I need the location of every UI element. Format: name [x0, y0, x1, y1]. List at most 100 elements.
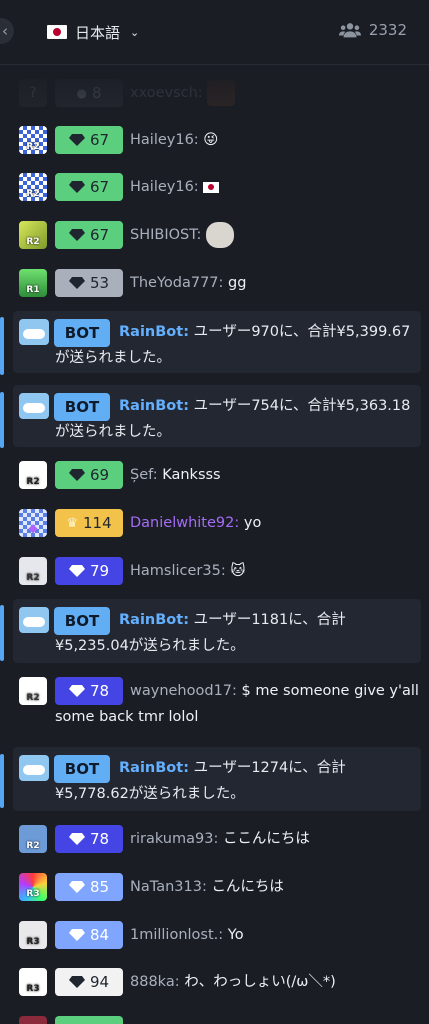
- gem-icon: [68, 565, 85, 577]
- chevron-down-icon: ⌄: [130, 25, 140, 39]
- level-badge: 67: [55, 126, 123, 154]
- avatar: R2: [19, 461, 47, 489]
- avatar: R1: [19, 269, 47, 297]
- sticker-image: [205, 222, 234, 248]
- chat-header: ‹ 日本語 ⌄ 2332: [0, 0, 429, 65]
- level-badge: 67: [55, 173, 123, 201]
- avatar: R3: [19, 921, 47, 949]
- bot-highlight-bar: [0, 392, 4, 448]
- level-badge: 69: [55, 461, 123, 489]
- online-users: 2332: [338, 21, 407, 39]
- gem-icon: [68, 929, 85, 941]
- message-text: yo: [243, 515, 262, 531]
- avatar: [19, 1016, 47, 1024]
- avatar: R2: [19, 173, 47, 201]
- level-badge: ♛ 114: [55, 509, 123, 537]
- users-icon: [338, 23, 361, 38]
- username: 888ka:: [130, 974, 180, 990]
- message-text: Kanksss: [162, 467, 221, 483]
- level-badge: 84: [55, 921, 123, 949]
- level-badge: 78: [55, 825, 123, 853]
- bot-text: ユーザー1181に、合計¥5,235.04が送られました。: [55, 612, 346, 654]
- online-count: 2332: [368, 21, 407, 39]
- username: SHIBIOST:: [130, 227, 202, 243]
- level-badge: 79: [55, 557, 123, 585]
- message-text: Yo: [227, 927, 244, 943]
- gem-icon: [68, 277, 85, 289]
- bot-message: BOT RainBot: ユーザー970に、合計¥5,399.67が送られました…: [13, 311, 421, 373]
- level-badge: 67: [55, 221, 123, 249]
- bot-name: RainBot:: [119, 760, 189, 776]
- bot-message: BOT RainBot: ユーザー1181に、合計¥5,235.04が送られまし…: [13, 599, 421, 663]
- language-selector[interactable]: 日本語 ⌄: [47, 20, 139, 44]
- message-text: $ me someone give y'all: [241, 683, 419, 699]
- avatar: R2: [19, 126, 47, 154]
- japan-flag-icon: [47, 25, 67, 39]
- username: NaTan313:: [130, 879, 207, 895]
- bot-message: BOT RainBot: ユーザー1274に、合計¥5,778.62が送られまし…: [13, 747, 421, 811]
- avatar: R3: [19, 873, 47, 901]
- rainbot-avatar: [19, 607, 49, 633]
- rainbot-avatar: [19, 755, 49, 781]
- username: Hailey16:: [130, 132, 199, 148]
- message-text: こんにちは: [211, 879, 284, 895]
- bot-highlight-bar: [0, 317, 4, 375]
- gem-icon: [68, 976, 85, 988]
- sticker-image: [207, 80, 236, 106]
- username: xxoevsch:: [130, 85, 203, 101]
- username: TheYoda777:: [130, 275, 224, 291]
- avatar: R3: [19, 968, 47, 996]
- gem-icon: [68, 833, 85, 845]
- level-badge: 85: [55, 873, 123, 901]
- bot-message: BOT RainBot: ユーザー754に、合計¥5,363.18が送られました…: [13, 385, 421, 447]
- level-badge: ● 8: [55, 79, 123, 107]
- bot-highlight-bar: [0, 754, 4, 808]
- level-badge: 94: [55, 968, 123, 996]
- username: Danielwhite92:: [130, 515, 240, 531]
- avatar: ◆: [19, 509, 47, 537]
- bot-name: RainBot:: [119, 612, 189, 628]
- message-text: ここんにちは: [222, 831, 310, 847]
- bot-text: ユーザー970に、合計¥5,399.67が送られました。: [55, 324, 411, 366]
- avatar: ?: [19, 79, 47, 107]
- japan-flag-emoji-icon: [203, 181, 220, 193]
- username: 1millionlost.:: [130, 927, 224, 943]
- language-label: 日本語: [75, 23, 121, 42]
- gem-icon: [68, 685, 85, 697]
- bot-name: RainBot:: [119, 398, 189, 414]
- username: waynehood17:: [130, 683, 237, 699]
- username: Hamslicer35:: [130, 563, 226, 579]
- username: rirakuma93:: [130, 831, 219, 847]
- gem-icon: [68, 229, 85, 241]
- message-text: 😜: [203, 132, 219, 148]
- avatar: R2: [19, 825, 47, 853]
- gem-icon: [68, 181, 85, 193]
- bot-name: RainBot:: [119, 324, 189, 340]
- bot-text: ユーザー754に、合計¥5,363.18が送られました。: [55, 398, 411, 440]
- message-text-continued: some back tmr lolol: [55, 709, 199, 725]
- avatar: R2: [19, 221, 47, 249]
- message-text: 🐱: [230, 563, 246, 579]
- paw-icon: ●: [76, 86, 87, 100]
- level-badge: [55, 1016, 123, 1024]
- gem-icon: [68, 469, 85, 481]
- chat-message: R2 78 waynehood17: $ me someone give y'a…: [0, 677, 429, 737]
- chat-message-partial: [0, 1016, 429, 1024]
- username: Șef:: [130, 467, 158, 483]
- chat-feed[interactable]: ? ● 8 xxoevsch: R2 67 Hailey16: 😜 R2 67 H…: [0, 64, 429, 1024]
- rainbot-avatar: [19, 393, 49, 419]
- bot-text: ユーザー1274に、合計¥5,778.62が送られました。: [55, 760, 346, 802]
- level-badge: 78: [55, 677, 123, 705]
- diamond-icon: ◆: [28, 521, 38, 535]
- collapse-chat-button[interactable]: ‹: [0, 18, 14, 44]
- bot-highlight-bar: [0, 605, 4, 661]
- gem-icon: [68, 881, 85, 893]
- level-badge: 53: [55, 269, 123, 297]
- message-text: わ、わっしょい(/ω＼*): [184, 974, 336, 990]
- crown-icon: ♛: [66, 515, 78, 531]
- avatar: R2: [19, 557, 47, 585]
- rainbot-avatar: [19, 319, 49, 345]
- gem-icon: [68, 134, 85, 146]
- username: Hailey16:: [130, 179, 199, 195]
- avatar: R2: [19, 677, 47, 705]
